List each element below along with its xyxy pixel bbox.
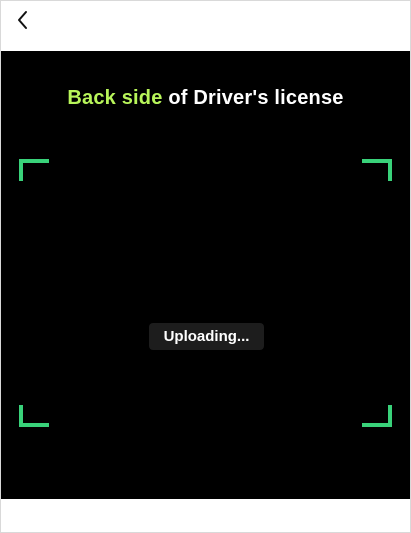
camera-viewfinder: Back side of Driver's license Uploading.… [1,51,410,499]
scan-title: Back side of Driver's license [1,87,410,110]
scan-title-rest: of Driver's license [162,87,344,109]
frame-corner-top-left [19,159,49,181]
upload-status-badge: Uploading... [149,323,264,350]
top-bar [1,1,410,51]
chevron-left-icon [18,11,27,29]
frame-corner-top-right [362,159,392,181]
frame-corner-bottom-left [19,405,49,427]
frame-corner-bottom-right [362,405,392,427]
back-button[interactable] [13,9,35,31]
scan-title-highlight: Back side [67,87,163,109]
app-frame: Back side of Driver's license Uploading.… [0,0,411,533]
bottom-bar [1,499,410,532]
